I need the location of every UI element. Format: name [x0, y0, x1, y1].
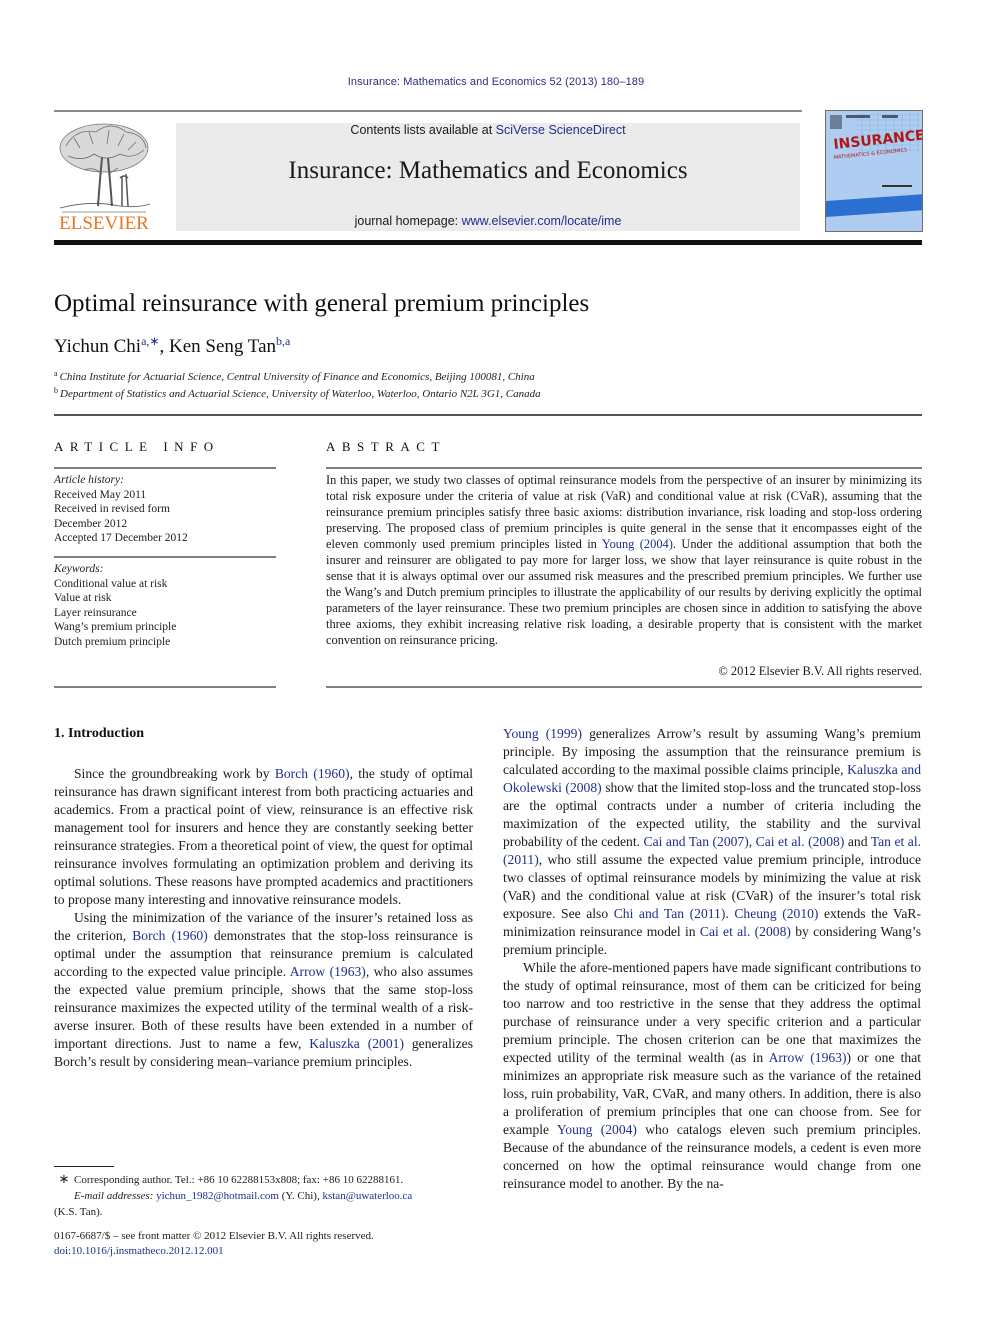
- journal-homepage: journal homepage: www.elsevier.com/locat…: [176, 214, 800, 228]
- keywords-label: Keywords:: [54, 563, 104, 575]
- keyword: Wang’s premium principle: [54, 621, 177, 633]
- paragraph: While the afore-mentioned papers have ma…: [503, 959, 921, 1193]
- sciencedirect-link[interactable]: SciVerse ScienceDirect: [496, 123, 626, 137]
- keyword: Layer reinsurance: [54, 606, 137, 619]
- footnote-rule: [54, 1166, 114, 1167]
- homepage-prefix: journal homepage:: [354, 214, 462, 228]
- journal-title: Insurance: Mathematics and Economics: [288, 157, 688, 184]
- citation-link[interactable]: Borch (1960): [275, 766, 350, 781]
- keywords: Keywords: Conditional value at risk Valu…: [54, 562, 176, 649]
- author-name: Yichun Chi: [54, 336, 142, 357]
- paragraph: Young (1999) generalizes Arrow’s result …: [503, 725, 921, 959]
- email-owner: (Y. Chi),: [278, 1190, 323, 1202]
- divider: [326, 467, 922, 469]
- footnotes: ∗ Corresponding author. Tel.: +86 10 6228…: [54, 1171, 473, 1220]
- history-item: Received May 2011: [54, 488, 147, 501]
- cover-art-icon: INSURANCE MATHEMATICS & ECONOMICS: [826, 111, 922, 231]
- author-separator: ,: [159, 336, 169, 357]
- citation-link[interactable]: Cheung (2010): [734, 906, 818, 921]
- abstract-heading: ABSTRACT: [326, 439, 446, 454]
- history-item: Accepted 17 December 2012: [54, 532, 188, 544]
- corresponding-author-text: Corresponding author. Tel.: +86 10 62288…: [74, 1174, 404, 1186]
- author-affiliation-marks[interactable]: b,a: [276, 334, 290, 348]
- abstract-text-part: . Under the additional assumption that b…: [326, 537, 922, 647]
- history-label: Article history:: [54, 474, 124, 486]
- citation-link[interactable]: Arrow (1963): [290, 964, 366, 979]
- divider: [54, 467, 276, 469]
- divider: [54, 686, 276, 688]
- email-link[interactable]: kstan@uwaterloo.ca: [322, 1190, 412, 1202]
- body-column-left: Since the groundbreaking work by Borch (…: [54, 765, 473, 1071]
- citation-link[interactable]: Cai and Tan (2007): [644, 834, 749, 849]
- header-rule: [54, 110, 802, 112]
- paper-title: Optimal reinsurance with general premium…: [54, 290, 590, 317]
- history-item: December 2012: [54, 517, 128, 530]
- abstract-copyright: © 2012 Elsevier B.V. All rights reserved…: [718, 664, 922, 678]
- affiliation-text: China Institute for Actuarial Science, C…: [59, 371, 535, 383]
- affiliation-rule: [54, 414, 922, 416]
- email-addresses: E-mail addresses: yichun_1982@hotmail.co…: [54, 1188, 473, 1204]
- abstract-text: In this paper, we study two classes of o…: [326, 472, 922, 648]
- article-info-heading: ARTICLE INFO: [54, 439, 220, 454]
- homepage-link[interactable]: www.elsevier.com/locate/ime: [462, 214, 622, 228]
- author-name: Ken Seng Tan: [168, 336, 277, 357]
- citation-link[interactable]: Young (2004): [557, 1122, 637, 1137]
- affiliation-mark: b: [54, 386, 58, 395]
- author-list: Yichun Chia,∗, Ken Seng Tanb,a: [54, 334, 290, 358]
- journal-cover-image: INSURANCE MATHEMATICS & ECONOMICS: [825, 110, 923, 232]
- citation-link[interactable]: Arrow (1963): [769, 1050, 847, 1065]
- header-thick-rule: [54, 240, 922, 245]
- citation-link[interactable]: Borch (1960): [132, 928, 208, 943]
- affiliation: b Department of Statistics and Actuarial …: [54, 386, 541, 400]
- affiliation-text: Department of Statistics and Actuarial S…: [60, 388, 541, 400]
- paragraph-text: ,: [748, 834, 756, 849]
- front-matter: 0167-6687/$ – see front matter © 2012 El…: [54, 1229, 374, 1259]
- journal-banner: Contents lists available at SciVerse Sci…: [176, 123, 800, 231]
- asterisk-icon: ∗: [58, 1171, 70, 1186]
- paragraph-text: and: [844, 834, 871, 849]
- citation-link[interactable]: Young (1999): [503, 726, 582, 741]
- issn-copyright: 0167-6687/$ – see front matter © 2012 El…: [54, 1230, 374, 1242]
- email-link[interactable]: yichun_1982@hotmail.com: [156, 1190, 279, 1202]
- section-heading-introduction: 1. Introduction: [54, 726, 144, 741]
- divider: [326, 686, 922, 688]
- contents-available: Contents lists available at SciVerse Sci…: [176, 123, 800, 137]
- elsevier-wordmark: ELSEVIER: [59, 213, 149, 233]
- corresponding-author-note: ∗ Corresponding author. Tel.: +86 10 6228…: [54, 1171, 473, 1188]
- history-item: Received in revised form: [54, 503, 170, 515]
- article-history: Article history: Received May 2011 Recei…: [54, 473, 188, 546]
- citation-link[interactable]: Chi and Tan (2011): [614, 906, 726, 921]
- body-column-right: Young (1999) generalizes Arrow’s result …: [503, 725, 921, 1193]
- contents-prefix: Contents lists available at: [350, 123, 496, 137]
- author-affiliation-marks[interactable]: a,∗: [141, 334, 159, 348]
- paragraph-text: , the study of optimal reinsurance has d…: [54, 766, 473, 907]
- citation-link[interactable]: Kaluszka (2001): [309, 1036, 404, 1051]
- keyword: Value at risk: [54, 592, 112, 604]
- citation-link[interactable]: Young (2004): [602, 537, 673, 551]
- keyword: Conditional value at risk: [54, 577, 168, 590]
- journal-citation-link[interactable]: Insurance: Mathematics and Economics 52 …: [0, 76, 992, 88]
- keyword: Dutch premium principle: [54, 635, 171, 648]
- affiliation-mark: a: [54, 369, 58, 378]
- divider: [54, 556, 276, 558]
- paragraph-text: .: [725, 906, 735, 921]
- citation-link[interactable]: Cai et al. (2008): [700, 924, 791, 939]
- paragraph-text: Since the groundbreaking work by: [74, 766, 275, 781]
- citation-link[interactable]: Cai et al. (2008): [756, 834, 845, 849]
- paragraph: Using the minimization of the variance o…: [54, 909, 473, 1071]
- elsevier-logo: ELSEVIER: [54, 118, 154, 234]
- elsevier-tree-icon: ELSEVIER: [59, 123, 151, 234]
- email-owner: (K.S. Tan).: [54, 1206, 103, 1218]
- email-label: E-mail addresses:: [74, 1190, 157, 1202]
- paragraph: Since the groundbreaking work by Borch (…: [54, 765, 473, 909]
- affiliation: a China Institute for Actuarial Science, …: [54, 369, 535, 383]
- doi-link[interactable]: doi:10.1016/j.insmatheco.2012.12.001: [54, 1244, 374, 1259]
